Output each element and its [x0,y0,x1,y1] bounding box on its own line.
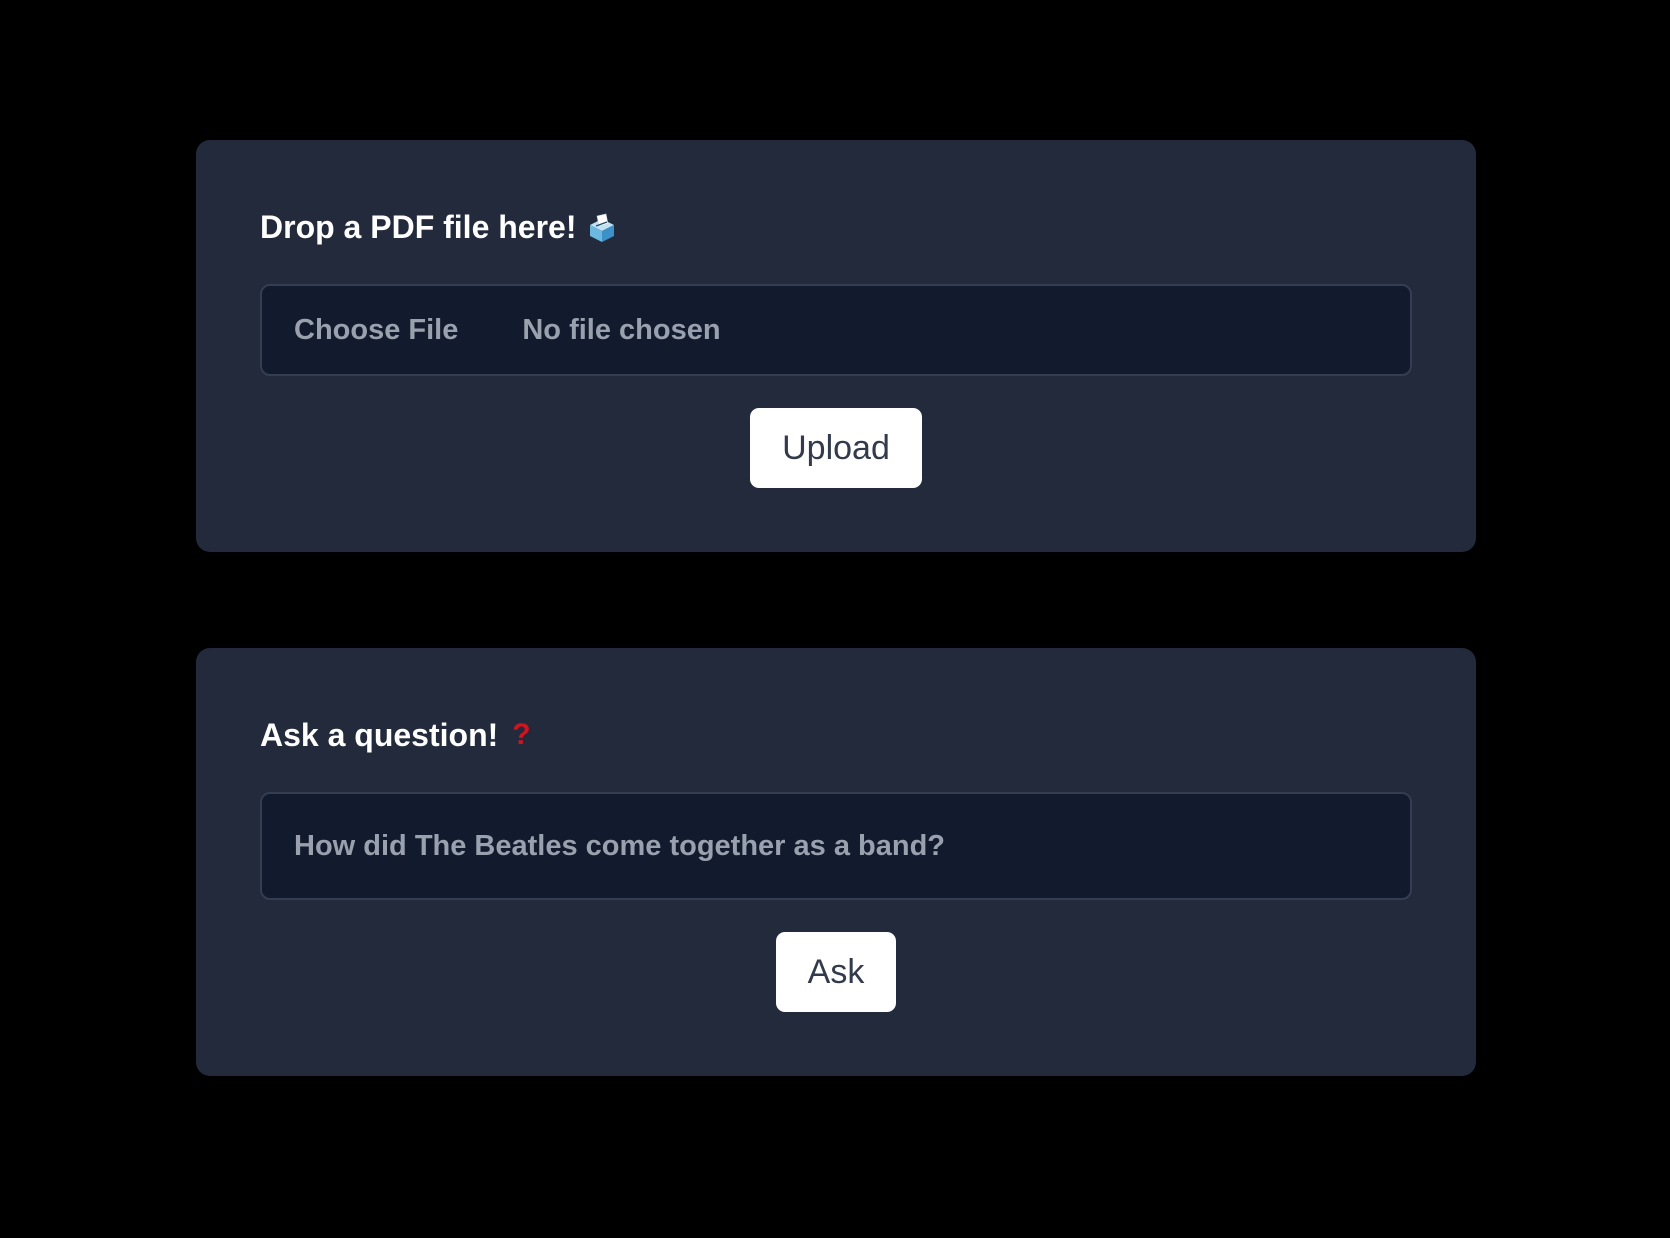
file-status-text: No file chosen [522,313,721,346]
upload-title-text: Drop a PDF file here! [260,209,577,245]
question-input[interactable] [294,794,1410,898]
question-title: Ask a question! ? [260,715,531,755]
ballot-box-icon [587,212,617,242]
question-field[interactable] [260,792,1412,900]
choose-file-button[interactable]: Choose File [294,314,458,347]
upload-panel: Drop a PDF file here! Choose File No fil… [196,140,1476,552]
file-input[interactable]: Choose File No file chosen [260,284,1412,376]
question-title-text: Ask a question! [260,717,499,753]
question-mark-icon: ? [512,718,531,751]
question-panel: Ask a question! ? Ask [196,648,1476,1076]
upload-button[interactable]: Upload [750,408,922,488]
upload-title: Drop a PDF file here! [260,207,617,247]
ask-button[interactable]: Ask [776,932,896,1012]
